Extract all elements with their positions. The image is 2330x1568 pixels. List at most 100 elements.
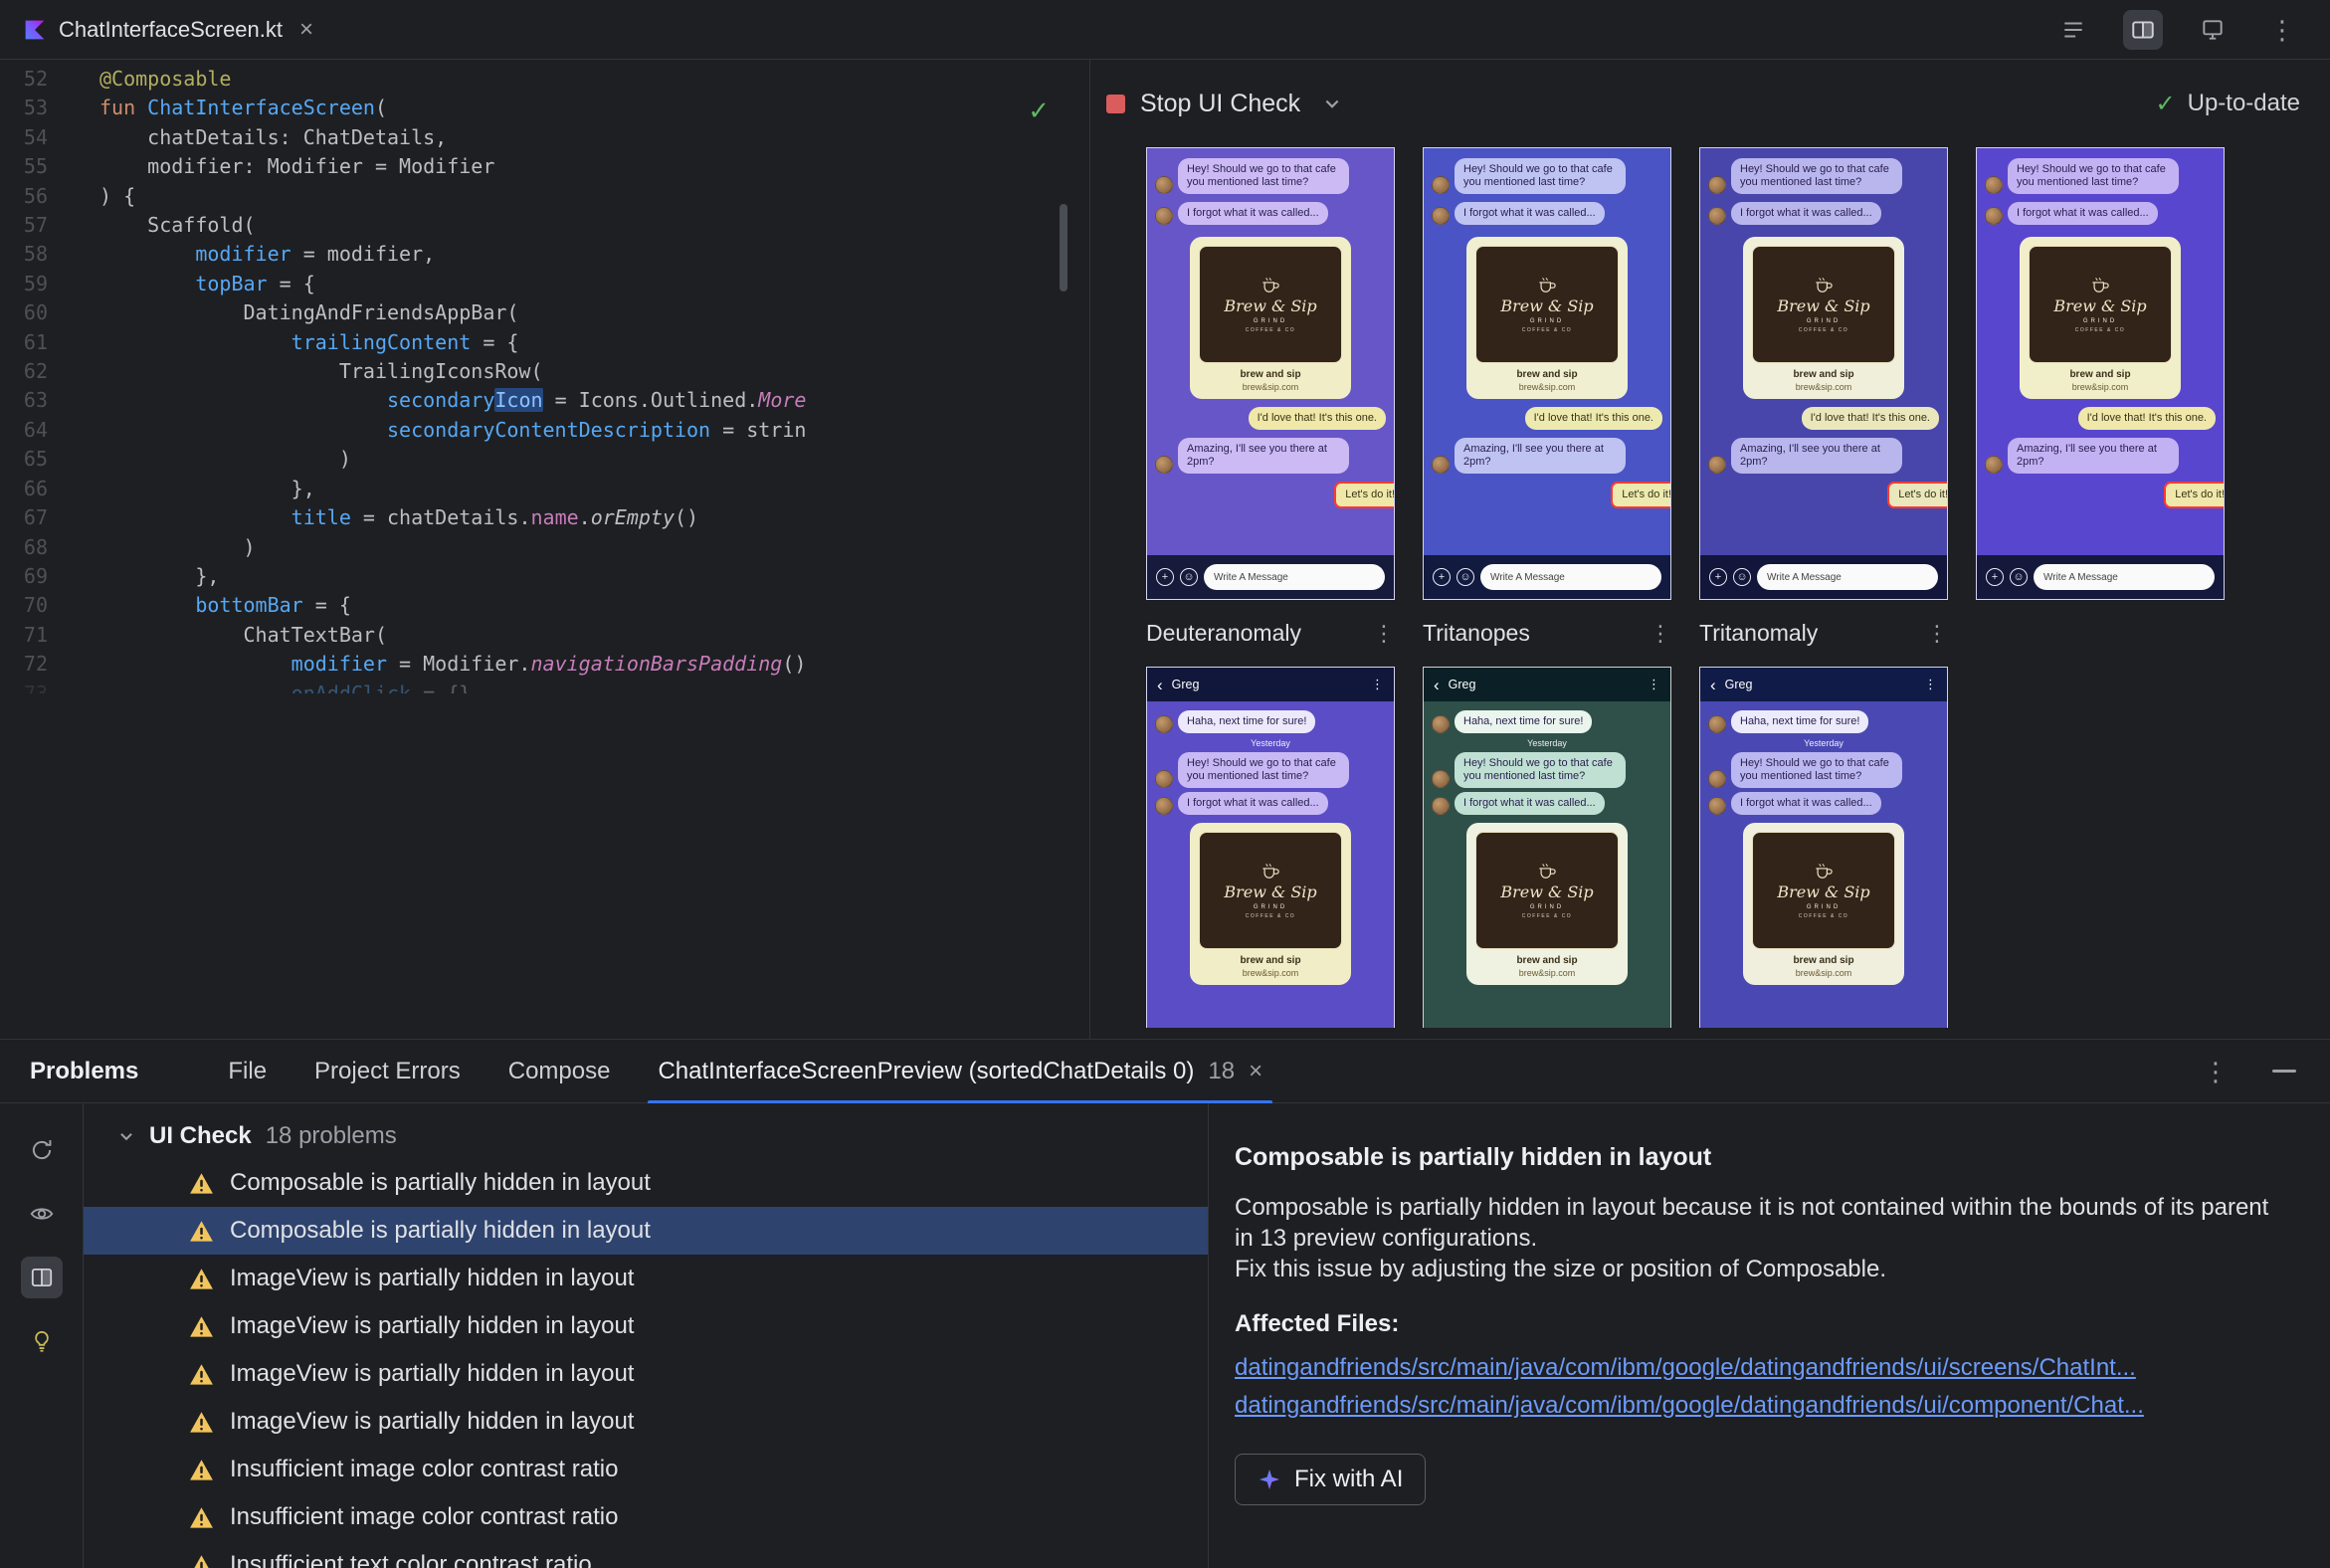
promo-card-logo: Brew & Sip GRIND COFFEE & CO <box>1752 246 1895 363</box>
message-input: Write A Message <box>1480 564 1661 590</box>
promo-card-logo: Brew & Sip GRIND COFFEE & CO <box>1475 832 1619 949</box>
avatar <box>1708 797 1726 815</box>
code-text: }, <box>99 563 220 588</box>
promo-card-logo: Brew & Sip GRIND COFFEE & CO <box>1752 832 1895 949</box>
close-tab-icon[interactable]: × <box>299 16 313 44</box>
ui-check-preview[interactable]: ‹ Greg ⋮ Haha, next time for sure! Yesterday… <box>1146 667 1395 1028</box>
refresh-icon[interactable] <box>21 1129 63 1171</box>
chat-bubble: I forgot what it was called... <box>1455 202 1605 225</box>
ui-check-preview[interactable]: Hey! Should we go to that cafe you menti… <box>1423 147 1671 600</box>
warning-icon <box>189 1505 214 1530</box>
preview-grid: Hey! Should we go to that cafe you menti… <box>1090 147 2330 1039</box>
device-preview-icon[interactable] <box>2193 10 2233 50</box>
line-number: 68 <box>23 534 48 559</box>
code-text: secondaryIcon = Icons.Outlined.More <box>99 388 807 413</box>
minimize-panel-icon[interactable] <box>2272 1070 2296 1073</box>
preview-label-cell: Deuteranomaly ⋮ <box>1146 620 1395 647</box>
chat-bubble: I'd love that! It's this one. <box>2077 407 2216 430</box>
line-number: 60 <box>23 300 48 325</box>
problem-item[interactable]: Insufficient text color contrast ratio <box>84 1541 1208 1568</box>
code-text: secondaryContentDescription = strin <box>99 417 807 442</box>
ui-check-preview[interactable]: Hey! Should we go to that cafe you menti… <box>1976 147 2225 600</box>
problem-item[interactable]: Composable is partially hidden in layout <box>84 1207 1208 1255</box>
chat-bubble: I'd love that! It's this one. <box>1248 407 1386 430</box>
problem-item[interactable]: ImageView is partially hidden in layout <box>84 1350 1208 1398</box>
chat-bubble: Amazing, I'll see you there at 2pm? <box>1731 438 1902 474</box>
tab-file[interactable]: File <box>228 1040 267 1102</box>
layout-issue-highlight: Let's do it! <box>1887 482 1947 508</box>
chat-bubble: Hey! Should we go to that cafe you menti… <box>1731 158 1902 194</box>
tool-window-title: Problems <box>30 1057 139 1084</box>
message-input: Write A Message <box>2034 564 2215 590</box>
chevron-down-icon[interactable] <box>1322 94 1342 113</box>
stop-ui-check-button[interactable]: Stop UI Check <box>1106 90 1300 118</box>
tab-project-errors[interactable]: Project Errors <box>314 1040 461 1102</box>
code-editor[interactable]: 52 @Composable 53 fun ChatInterfaceScreen(… <box>0 60 1090 1039</box>
more-icon: ⋮ <box>1924 677 1937 691</box>
ui-check-preview[interactable]: ‹ Greg ⋮ Haha, next time for sure! Yesterday… <box>1423 667 1671 1028</box>
line-number: 61 <box>23 329 48 354</box>
affected-file-link[interactable]: datingandfriends/src/main/java/com/ibm/g… <box>1235 1392 2290 1420</box>
promo-card: Brew & Sip GRIND COFFEE & CO brew and sip br… <box>1743 237 1904 399</box>
split-editor-icon[interactable] <box>2123 9 2163 50</box>
lightbulb-icon[interactable] <box>21 1320 63 1362</box>
promo-card: Brew & Sip GRIND COFFEE & CO brew and sip br… <box>1743 823 1904 985</box>
close-tab-icon[interactable]: × <box>1249 1058 1262 1085</box>
warning-icon <box>189 1458 214 1482</box>
ui-check-preview[interactable]: Hey! Should we go to that cafe you menti… <box>1699 147 1948 600</box>
chat-message: I forgot what it was called... <box>1155 792 1386 815</box>
file-tab[interactable]: ChatInterfaceScreen.kt × <box>0 0 333 59</box>
chat-bubble: I forgot what it was called... <box>1731 792 1881 815</box>
chat-message: Amazing, I'll see you there at 2pm? <box>1155 438 1386 474</box>
brand-name: Brew & Sip <box>1777 882 1870 901</box>
line-number: 71 <box>23 622 48 647</box>
warning-icon <box>189 1267 214 1291</box>
chat-message: I forgot what it was called... <box>1432 792 1662 815</box>
chat-bubble: Hey! Should we go to that cafe you menti… <box>1455 158 1626 194</box>
code-text: TrailingIconsRow( <box>99 359 543 384</box>
ui-check-preview[interactable]: Hey! Should we go to that cafe you menti… <box>1146 147 1395 600</box>
brand-sub: GRIND <box>1806 903 1842 910</box>
more-options-icon[interactable]: ⋮ <box>2262 10 2302 50</box>
more-icon[interactable]: ⋮ <box>1373 622 1395 645</box>
card-caption: brew and sip <box>1240 369 1301 380</box>
more-icon[interactable]: ⋮ <box>1650 622 1671 645</box>
more-icon[interactable]: ⋮ <box>1926 622 1948 645</box>
problem-item[interactable]: Insufficient image color contrast ratio <box>84 1446 1208 1493</box>
card-caption: brew and sip <box>1516 369 1578 380</box>
problem-item[interactable]: Insufficient image color contrast ratio <box>84 1493 1208 1541</box>
menu-lines-icon[interactable] <box>2053 10 2093 50</box>
tab-compose[interactable]: Compose <box>508 1040 611 1102</box>
problems-tool-window: Problems File Project Errors Compose Cha… <box>0 1039 2330 1568</box>
tab-chat-interface-preview[interactable]: ChatInterfaceScreenPreview (sortedChatDe… <box>648 1040 1272 1103</box>
avatar <box>1985 456 2003 474</box>
layout-issue-highlight: Let's do it! <box>1611 482 1670 508</box>
code-text: chatDetails: ChatDetails, <box>99 124 448 149</box>
contact-name: Greg <box>1724 678 1753 691</box>
code-text: }, <box>99 476 315 500</box>
scrollbar-thumb[interactable] <box>1060 204 1068 292</box>
problem-item[interactable]: ImageView is partially hidden in layout <box>84 1398 1208 1446</box>
problem-item[interactable]: Composable is partially hidden in layout <box>84 1159 1208 1207</box>
problem-item[interactable]: ImageView is partially hidden in layout <box>84 1255 1208 1302</box>
eye-icon[interactable] <box>21 1193 63 1235</box>
more-options-icon[interactable]: ⋮ <box>2203 1059 2229 1084</box>
ui-check-preview[interactable]: ‹ Greg ⋮ Haha, next time for sure! Yesterday… <box>1699 667 1948 1028</box>
affected-file-link[interactable]: datingandfriends/src/main/java/com/ibm/g… <box>1235 1354 2290 1382</box>
problem-item[interactable]: ImageView is partially hidden in layout <box>84 1302 1208 1350</box>
line-number: 55 <box>23 154 48 179</box>
layout-issue-highlight: Let's do it! <box>2164 482 2224 508</box>
chat-bubble: Amazing, I'll see you there at 2pm? <box>1455 438 1626 474</box>
preview-label: Tritanomaly <box>1699 620 1819 646</box>
split-preview-icon[interactable] <box>20 1257 63 1298</box>
chat-message: Haha, next time for sure! <box>1155 710 1386 733</box>
line-number: 59 <box>23 271 48 295</box>
fix-with-ai-button[interactable]: Fix with AI <box>1235 1454 1427 1505</box>
problem-text: Insufficient image color contrast ratio <box>230 1503 619 1530</box>
problems-group-header[interactable]: UI Check 18 problems <box>84 1113 1208 1159</box>
code-line: 55 modifier: Modifier = Modifier <box>0 152 1089 181</box>
code-line: 70 bottomBar = { <box>0 591 1089 620</box>
chat-bubble: I'd love that! It's this one. <box>1524 407 1662 430</box>
promo-card-logo: Brew & Sip GRIND COFFEE & CO <box>2029 246 2172 363</box>
chat-message: Let's do it! <box>1432 482 1670 508</box>
